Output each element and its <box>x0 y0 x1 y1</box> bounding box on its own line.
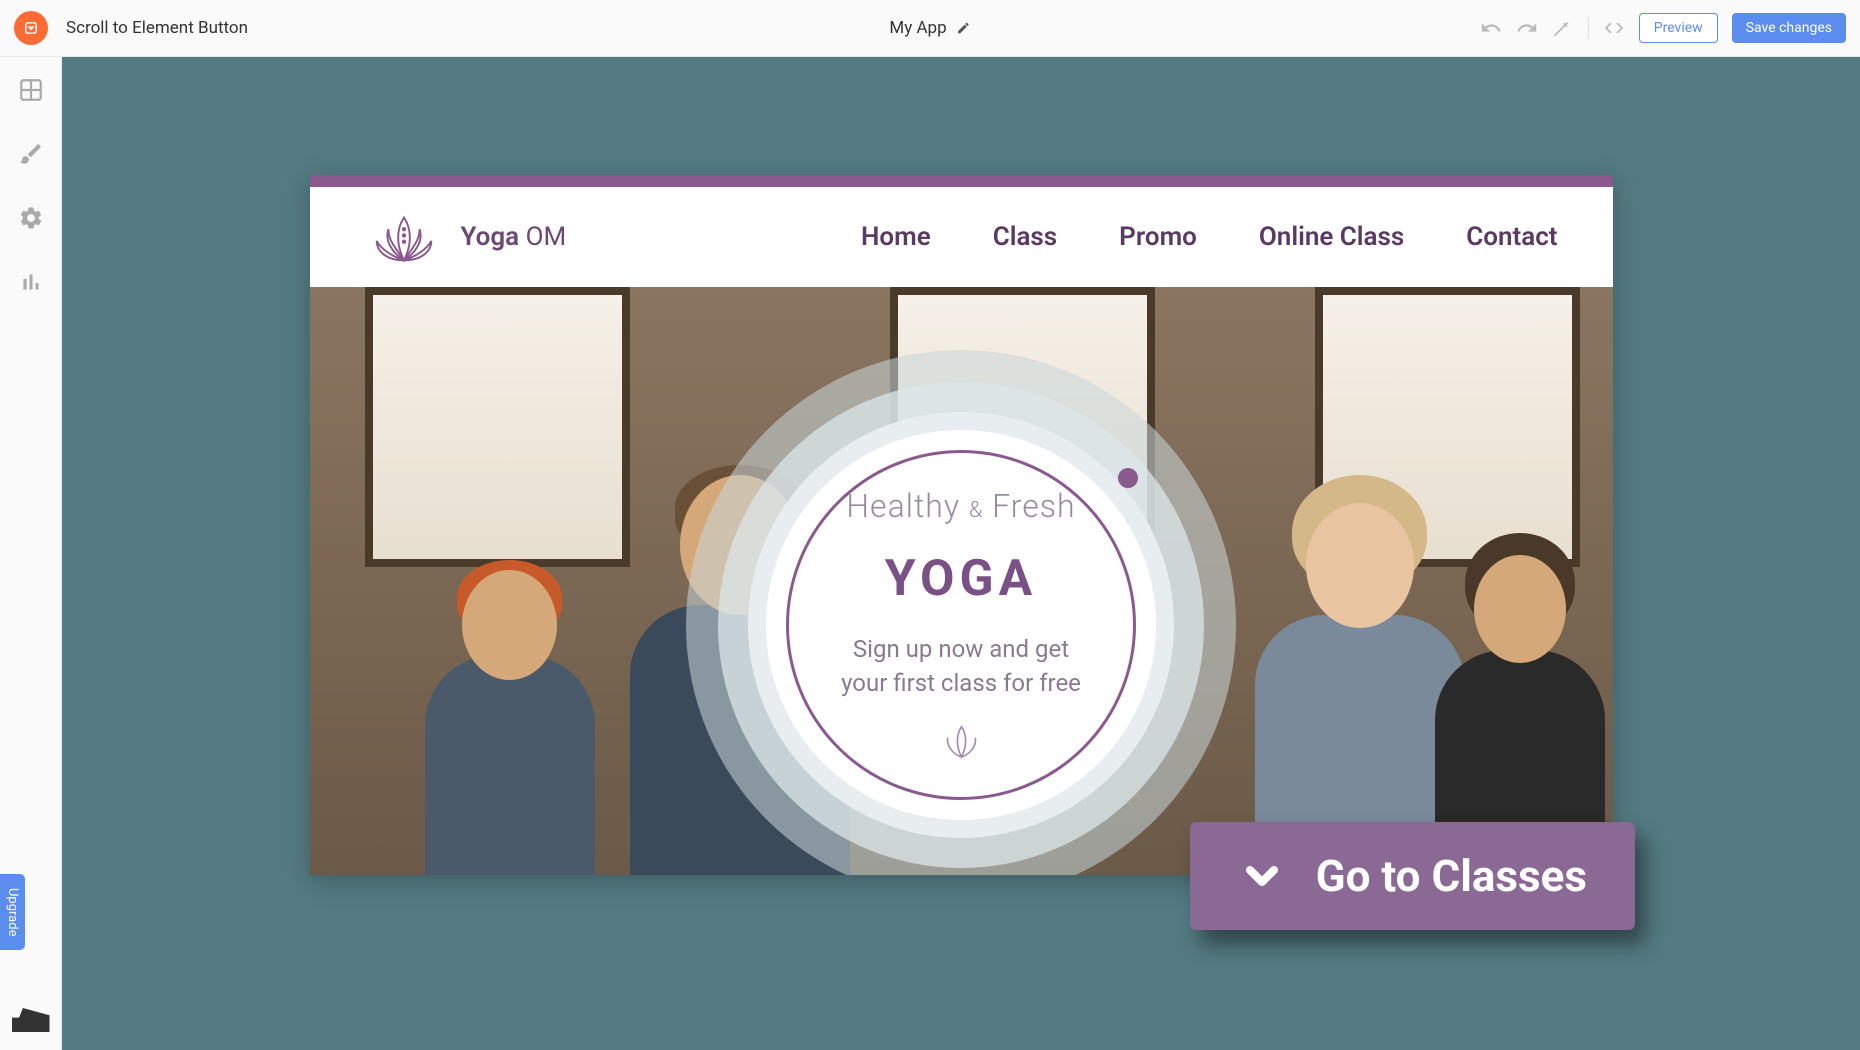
nav-home[interactable]: Home <box>861 222 931 252</box>
hammer-icon[interactable] <box>1552 17 1574 39</box>
undo-icon[interactable] <box>1480 17 1502 39</box>
hero-title: YOGA <box>885 550 1037 608</box>
cta-label: Go to Classes <box>1316 850 1587 902</box>
lotus-small-icon <box>934 718 989 763</box>
hero-image: Healthy & Fresh YOGA Sign up now and get… <box>310 287 1613 875</box>
upgrade-button[interactable]: Upgrade <box>0 874 25 950</box>
divider <box>1588 17 1589 39</box>
hero-subtitle: Healthy & Fresh <box>846 487 1075 525</box>
brush-icon[interactable] <box>18 141 44 167</box>
hero-tagline: Sign up now and get your first class for… <box>841 633 1081 700</box>
build-icon[interactable] <box>12 1008 50 1032</box>
chevron-down-icon <box>1238 852 1286 900</box>
go-to-classes-button[interactable]: Go to Classes <box>1190 822 1635 930</box>
preview-button[interactable]: Preview <box>1639 13 1718 43</box>
canvas[interactable]: Yoga OM Home Class Promo Online Class Co… <box>62 57 1860 1050</box>
save-button[interactable]: Save changes <box>1732 13 1846 43</box>
lotus-logo-icon <box>365 204 443 270</box>
app-name-label[interactable]: My App <box>889 18 946 38</box>
element-name-label: Scroll to Element Button <box>66 18 248 38</box>
chart-icon[interactable] <box>18 269 44 295</box>
nav-online-class[interactable]: Online Class <box>1259 222 1404 252</box>
nav-class[interactable]: Class <box>993 222 1057 252</box>
grid-icon[interactable] <box>18 77 44 103</box>
accent-bar <box>310 175 1613 187</box>
nav-promo[interactable]: Promo <box>1119 222 1197 252</box>
gear-icon[interactable] <box>18 205 44 231</box>
app-logo[interactable] <box>14 11 48 45</box>
redo-icon[interactable] <box>1516 17 1538 39</box>
site-preview: Yoga OM Home Class Promo Online Class Co… <box>310 175 1613 875</box>
edit-app-name-icon[interactable] <box>957 21 971 35</box>
code-icon[interactable] <box>1603 17 1625 39</box>
nav-contact[interactable]: Contact <box>1466 222 1557 252</box>
brand-name: Yoga OM <box>461 222 567 252</box>
